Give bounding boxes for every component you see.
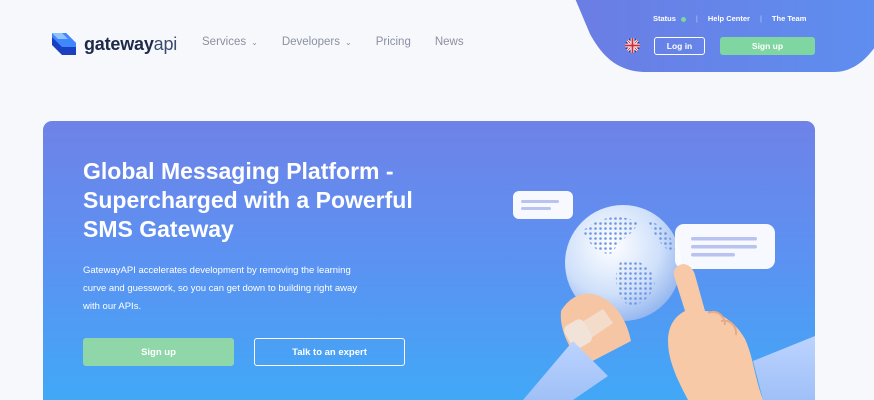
logo[interactable]: gatewayapi — [52, 33, 177, 55]
nav-news-label: News — [434, 36, 464, 48]
top-links: Status | Help Center | The Team — [653, 14, 806, 23]
chevron-down-icon: ⌄ — [251, 37, 258, 47]
header-account-panel — [575, 0, 874, 72]
hero-description-line: curve and guesswork, so you can get down… — [83, 283, 358, 294]
nav-pricing[interactable]: Pricing — [376, 36, 411, 48]
hero-title-line: SMS Gateway — [83, 216, 234, 242]
login-button[interactable]: Log in — [654, 37, 705, 55]
hero-banner: Global Messaging Platform - Supercharged… — [43, 121, 815, 400]
nav-services-label: Services — [202, 36, 247, 48]
hero-description: GatewayAPI accelerates development by re… — [83, 262, 413, 316]
uk-flag-icon[interactable] — [625, 38, 640, 53]
chat-bubble-icon — [675, 224, 775, 269]
nav-news[interactable]: News — [435, 36, 464, 48]
nav-pricing-label: Pricing — [375, 36, 411, 48]
hero-title: Global Messaging Platform - Supercharged… — [83, 157, 503, 244]
nav-developers[interactable]: Developers ⌄ — [282, 36, 352, 48]
logo-text: gatewayapi — [84, 33, 178, 54]
status-indicator-icon — [680, 16, 686, 22]
hero-signup-button[interactable]: Sign up — [83, 338, 234, 366]
help-center-link[interactable]: Help Center — [708, 14, 750, 23]
nav-developers-label: Developers — [281, 36, 340, 48]
chat-bubble-icon — [513, 191, 573, 219]
the-team-link[interactable]: The Team — [772, 14, 806, 23]
main-nav: Services ⌄ Developers ⌄ Pricing News — [202, 36, 464, 48]
nav-services[interactable]: Services ⌄ — [202, 36, 258, 48]
hero-description-line: with our APIs. — [83, 301, 142, 312]
globe-hands-illustration — [513, 191, 815, 400]
hero-title-line: Global Messaging Platform - — [83, 158, 394, 184]
hero-title-line: Supercharged with a Powerful — [83, 187, 413, 213]
separator: | — [695, 14, 698, 23]
hero-description-line: GatewayAPI accelerates development by re… — [83, 265, 351, 276]
signup-button[interactable]: Sign up — [720, 37, 815, 55]
talk-to-expert-button[interactable]: Talk to an expert — [254, 338, 405, 366]
gatewayapi-logo-icon — [52, 33, 76, 55]
chevron-down-icon: ⌄ — [344, 37, 352, 47]
status-link[interactable]: Status — [653, 14, 686, 23]
separator: | — [759, 14, 762, 23]
